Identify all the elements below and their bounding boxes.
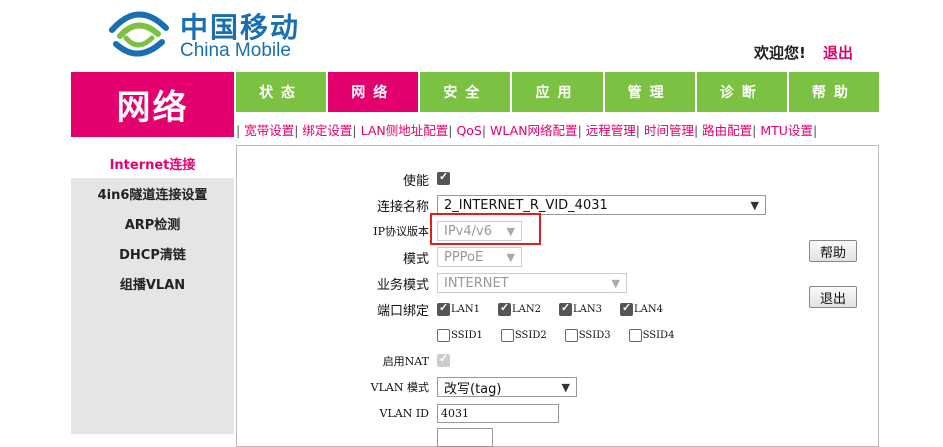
sidebar-item-arp-detect[interactable]: ARP检测 [71,208,234,238]
enable-checkbox[interactable] [437,170,450,186]
sidebar-item-4in6-tunnel[interactable]: 4in6隧道连接设置 [71,178,234,208]
section-title: 网络 [71,72,234,137]
lan4-label: LAN4 [633,303,663,315]
lan3-checkbox[interactable] [558,301,572,316]
sidebar: Internet连接 4in6隧道连接设置 ARP检测 DHCP清链 组播VLA… [71,148,234,434]
tab-status[interactable]: 状态 [236,72,327,112]
tab-management[interactable]: 管理 [604,72,695,112]
tab-network[interactable]: 网络 [328,72,419,112]
lan3-label: LAN3 [572,303,602,315]
tab-application[interactable]: 应用 [512,72,603,112]
nat-label: 启用NAT [382,355,429,368]
tab-diagnosis[interactable]: 诊断 [696,72,787,112]
sidebar-item-internet[interactable]: Internet连接 [71,148,234,178]
main-tabs: 状态 网络 安全 应用 管理 诊断 帮助 [236,72,879,112]
ssid3-label: SSID3 [578,329,611,341]
submenu-item-lan-address[interactable]: LAN侧地址配置 [361,123,449,138]
exit-button[interactable]: 退出 [809,286,857,308]
ssid2-label: SSID2 [514,329,547,341]
lan2-label: LAN2 [511,303,541,315]
mode-select[interactable]: PPPoE ▼ [437,247,522,267]
ssid4-checkbox[interactable] [628,328,642,342]
submenu-item-binding[interactable]: 绑定设置 [302,123,352,138]
submenu-item-route[interactable]: 路由配置 [702,123,752,138]
mode-value: PPPoE [444,249,484,265]
china-mobile-logo-icon [109,11,169,57]
port-binding-label: 端口绑定 [376,303,429,319]
service-mode-select[interactable]: INTERNET ▼ [437,273,627,293]
connection-name-label: 连接名称 [376,199,429,215]
submenu-item-mtu[interactable]: MTU设置 [760,123,813,138]
ssid2-checkbox[interactable] [500,328,514,342]
sidebar-item-multicast-vlan[interactable]: 组播VLAN [71,268,234,298]
ssid1-checkbox[interactable] [437,328,450,342]
submenu-item-broadband[interactable]: 宽带设置 [244,123,294,138]
vlan-mode-select[interactable]: 改写(tag) ▼ [437,377,577,397]
welcome-text: 欢迎您! [754,44,806,62]
chevron-down-icon: ▼ [750,198,759,212]
connection-name-select[interactable]: 2_INTERNET_R_VID_4031 ▼ [437,195,766,215]
lan2-checkbox[interactable] [497,301,511,316]
sidebar-item-dhcp[interactable]: DHCP清链 [71,238,234,268]
help-button[interactable]: 帮助 [809,240,857,262]
submenu-item-wlan[interactable]: WLAN网络配置 [490,123,578,138]
tab-security[interactable]: 安全 [420,72,511,112]
nat-checkbox[interactable] [437,352,450,368]
vlan-mode-value: 改写(tag) [444,381,502,397]
ssid3-checkbox[interactable] [564,328,578,342]
connection-form: 使能 连接名称 2_INTERNET_R_VID_4031 ▼ IP协议版本 I… [236,145,879,447]
tab-help[interactable]: 帮助 [788,72,879,112]
ssid4-label: SSID4 [642,329,675,341]
chevron-down-icon: ▼ [561,380,570,394]
connection-name-value: 2_INTERNET_R_VID_4031 [444,197,608,213]
enable-label: 使能 [402,173,429,189]
mode-label: 模式 [402,251,429,267]
submenu-item-time[interactable]: 时间管理 [644,123,694,138]
vlan-id-label: VLAN ID [379,406,429,420]
next-field-input[interactable] [437,428,493,447]
china-mobile-logo: 中国移动 China Mobile [108,6,308,62]
service-mode-label: 业务模式 [376,277,429,293]
sub-menu: | 宽带设置| 绑定设置| LAN侧地址配置| QoS| WLAN网络配置| 远… [236,123,818,138]
lan1-label: LAN1 [451,303,480,315]
logout-link[interactable]: 退出 [823,42,853,63]
brand-name-en: China Mobile [180,40,291,61]
ssid1-label: SSID1 [451,329,483,341]
ssid-checkbox-group: SSID1 SSID2 SSID3 SSID4 [437,328,692,342]
vlan-mode-label: VLAN 模式 [370,381,429,394]
ip-protocol-label: IP协议版本 [373,225,429,238]
lan1-checkbox[interactable] [437,301,450,316]
lan4-checkbox[interactable] [619,301,633,316]
vlan-id-input[interactable]: 4031 [437,403,559,423]
submenu-item-remote[interactable]: 远程管理 [586,123,636,138]
highlight-box [430,213,541,245]
chevron-down-icon: ▼ [506,250,515,264]
chevron-down-icon: ▼ [611,276,620,290]
service-mode-value: INTERNET [444,275,509,291]
lan-checkbox-group: LAN1 LAN2 LAN3 LAN4 [437,301,681,316]
submenu-item-qos[interactable]: QoS [456,123,481,138]
